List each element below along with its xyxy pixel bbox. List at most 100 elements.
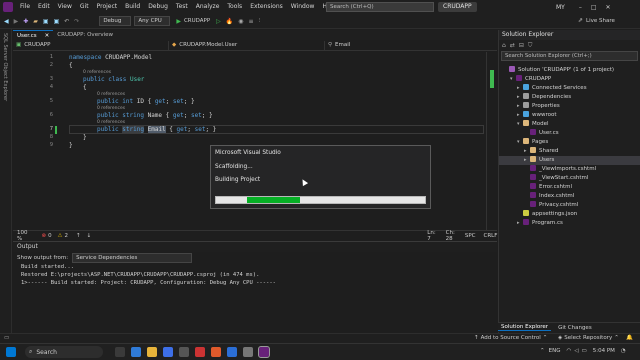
volume-icon[interactable]: ◁ — [574, 348, 578, 354]
add-to-source-control[interactable]: ↑ Add to Source Control ⌃ — [474, 335, 547, 341]
collapse-icon[interactable]: ⊟ — [519, 42, 524, 49]
store-icon[interactable] — [179, 347, 189, 357]
output-source-select[interactable]: Service Dependencies — [72, 252, 193, 263]
app-icon-gray[interactable] — [243, 347, 253, 357]
platform-select[interactable]: Any CPU — [134, 16, 171, 26]
search-input[interactable]: Search (Ctrl+Q) — [326, 2, 434, 12]
visual-studio-taskbar-icon[interactable] — [258, 346, 270, 358]
home-icon[interactable]: ⌂ — [502, 42, 506, 49]
tab-user-cs[interactable]: User.cs ✕ — [13, 30, 54, 41]
clock[interactable]: 5:04 PM — [593, 348, 615, 354]
configuration-select[interactable]: Debug — [99, 16, 132, 26]
tab-overview[interactable]: CRUDAPP: Overview — [53, 30, 117, 40]
run-button[interactable]: ▶ CRUDAPP — [176, 18, 210, 25]
file-explorer-icon[interactable] — [147, 347, 157, 357]
tree-item[interactable]: ▸ Program.cs — [499, 219, 640, 228]
run-without-debug-icon[interactable]: ▷ — [216, 18, 221, 25]
forward-icon[interactable]: ▶ — [14, 18, 19, 25]
edge-icon[interactable] — [131, 347, 141, 357]
hot-reload-icon[interactable]: 🔥 — [226, 18, 233, 25]
menu-file[interactable]: File — [16, 0, 34, 14]
up-arrow-icon[interactable]: ↑ — [76, 233, 81, 239]
menu-view[interactable]: View — [54, 0, 76, 14]
live-share-button[interactable]: ⇗ Live Share — [578, 17, 615, 24]
error-count[interactable]: 0 — [48, 233, 52, 239]
comment-icon[interactable]: ⫶ — [259, 17, 261, 25]
down-arrow-icon[interactable]: ↓ — [87, 233, 92, 239]
notifications-icon[interactable]: 🔔 — [626, 335, 633, 341]
menu-git[interactable]: Git — [76, 0, 93, 14]
browser-icon[interactable]: ◉ — [238, 18, 243, 25]
wifi-icon[interactable]: ◠ — [566, 348, 571, 354]
maximize-icon[interactable]: □ — [591, 4, 597, 11]
tree-item[interactable]: ▾ Pages — [499, 138, 640, 147]
codelens-references[interactable]: 0 references — [97, 106, 125, 111]
vscode-icon[interactable] — [163, 347, 173, 357]
sync-icon[interactable]: ⇄ — [510, 42, 515, 49]
tree-item[interactable]: ▸ Dependencies — [499, 93, 640, 102]
project-dropdown[interactable]: ▣ CRUDAPP — [13, 41, 169, 50]
undo-icon[interactable]: ↶ — [64, 18, 69, 25]
codelens-references[interactable]: 0 references — [97, 92, 125, 97]
menu-debug[interactable]: Debug — [144, 0, 172, 14]
tree-item[interactable]: ▸ Properties — [499, 102, 640, 111]
tab-solution-explorer[interactable]: Solution Explorer — [498, 324, 552, 331]
editor-vertical-scrollbar[interactable] — [486, 52, 496, 230]
zoom-level[interactable]: 100 % — [17, 230, 28, 242]
menu-test[interactable]: Test — [172, 0, 192, 14]
app-icon-red[interactable] — [195, 347, 205, 357]
new-item-icon[interactable]: ✚ — [23, 18, 28, 25]
close-tab-icon[interactable]: ✕ — [45, 31, 50, 41]
format-icon[interactable]: ≡ — [249, 18, 254, 25]
class-dropdown[interactable]: ◆ CRUDAPP.Model.User — [169, 41, 325, 50]
tree-item[interactable]: ▸ Connected Services — [499, 84, 640, 93]
tree-item[interactable]: ▸ Shared — [499, 147, 640, 156]
select-repository[interactable]: ◈ Select Repository ⌃ — [558, 335, 619, 341]
app-icon-orange[interactable] — [211, 347, 221, 357]
tree-item[interactable]: Error.cshtml — [499, 183, 640, 192]
battery-icon[interactable]: ▭ — [582, 348, 587, 354]
menu-extensions[interactable]: Extensions — [246, 0, 287, 14]
back-icon[interactable]: ◀ — [4, 18, 9, 25]
tab-git-changes[interactable]: Git Changes — [555, 325, 595, 331]
warning-count[interactable]: 2 — [65, 233, 69, 239]
tree-item[interactable]: ▸ wwwroot — [499, 111, 640, 120]
menu-edit[interactable]: Edit — [34, 0, 54, 14]
solution-explorer-search[interactable]: Search Solution Explorer (Ctrl+;) — [501, 51, 638, 61]
tree-item[interactable]: appsettings.json — [499, 210, 640, 219]
tree-item[interactable]: ▸ Users — [499, 156, 640, 165]
save-icon[interactable]: ▣ — [43, 18, 49, 25]
member-dropdown[interactable]: ⚲ Email — [325, 41, 485, 50]
line-ending-indicator[interactable]: CRLF — [484, 233, 498, 239]
tray-chevron-icon[interactable]: ⌃ — [540, 348, 545, 354]
taskbar-search[interactable]: ⌕ Search — [25, 346, 103, 358]
open-folder-icon[interactable]: ▰ — [33, 18, 38, 25]
minimize-icon[interactable]: – — [579, 4, 582, 11]
save-all-icon[interactable]: ▣ — [54, 18, 60, 25]
tree-item[interactable]: Index.cshtml — [499, 192, 640, 201]
tree-item[interactable]: _ViewImports.cshtml — [499, 165, 640, 174]
menu-window[interactable]: Window — [287, 0, 319, 14]
tree-item[interactable]: User.cs — [499, 129, 640, 138]
sql-server-object-explorer-tab[interactable]: SQL Server Object Explorer — [2, 33, 8, 101]
menu-tools[interactable]: Tools — [223, 0, 246, 14]
app-icon-blue[interactable] — [227, 347, 237, 357]
redo-icon[interactable]: ↷ — [74, 18, 79, 25]
tree-item[interactable]: ▾ Model — [499, 120, 640, 129]
filter-icon[interactable]: ⛉ — [528, 42, 533, 50]
keyboard-language[interactable]: ENG — [549, 348, 561, 354]
tree-item[interactable]: ▾ CRUDAPP — [499, 75, 640, 84]
tree-item[interactable]: Privacy.cshtml — [499, 201, 640, 210]
close-icon[interactable]: ✕ — [606, 4, 611, 11]
spaces-indicator[interactable]: SPC — [465, 233, 476, 239]
menu-build[interactable]: Build — [121, 0, 144, 14]
tree-item[interactable]: Solution 'CRUDAPP' (1 of 1 project) — [499, 66, 640, 75]
start-icon[interactable] — [6, 347, 16, 357]
user-avatar[interactable]: MY — [556, 4, 565, 11]
menu-analyze[interactable]: Analyze — [192, 0, 224, 14]
task-view-icon[interactable] — [115, 347, 125, 357]
tree-item[interactable]: _ViewStart.cshtml — [499, 174, 640, 183]
codelens-references[interactable]: 0 references — [83, 70, 111, 75]
menu-project[interactable]: Project — [93, 0, 122, 14]
notification-center-icon[interactable]: ◔ — [621, 348, 626, 354]
